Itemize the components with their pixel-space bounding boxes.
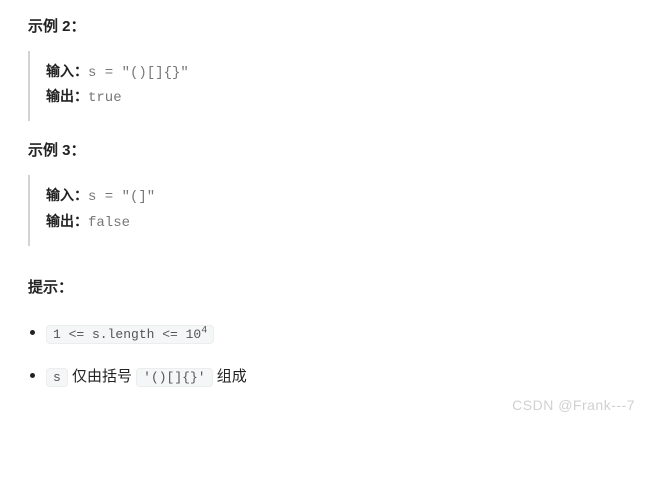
example-2-heading: 示例 2： — [28, 15, 625, 39]
constraint-code-text: 1 <= s.length <= 10 — [53, 327, 201, 342]
example-2-input-row: 输入：s = "()[]{}" — [46, 61, 625, 86]
tips-heading: 提示： — [28, 276, 625, 300]
example-2-block: 输入：s = "()[]{}" 输出：true — [28, 51, 625, 121]
example-3-input-row: 输入：s = "(]" — [46, 185, 625, 210]
input-label: 输入： — [46, 65, 88, 81]
example-2-output-row: 输出：true — [46, 86, 625, 111]
tips-list: 1 <= s.length <= 104 s 仅由括号 '()[]{}' 组成 — [28, 320, 625, 390]
example-3-block: 输入：s = "(]" 输出：false — [28, 175, 625, 245]
example-3-output-row: 输出：false — [46, 211, 625, 236]
output-value: false — [88, 215, 130, 231]
constraint-sup: 4 — [201, 325, 207, 336]
tips-item-2-suffix: 组成 — [213, 368, 247, 385]
output-label: 输出： — [46, 90, 88, 106]
var-code: s — [46, 368, 68, 387]
watermark-bottom: CSDN @Frank---7 — [512, 394, 635, 416]
tips-item-1: 1 <= s.length <= 104 — [28, 320, 625, 347]
tips-item-2-mid: 仅由括号 — [68, 368, 136, 385]
constraint-code: 1 <= s.length <= 104 — [46, 325, 214, 344]
tips-item-2: s 仅由括号 '()[]{}' 组成 — [28, 363, 625, 390]
example-3-heading: 示例 3： — [28, 139, 625, 163]
input-value: s = "(]" — [88, 189, 155, 205]
output-label: 输出： — [46, 215, 88, 231]
output-value: true — [88, 90, 122, 106]
input-value: s = "()[]{}" — [88, 65, 189, 81]
brackets-code: '()[]{}' — [136, 368, 212, 387]
input-label: 输入： — [46, 189, 88, 205]
